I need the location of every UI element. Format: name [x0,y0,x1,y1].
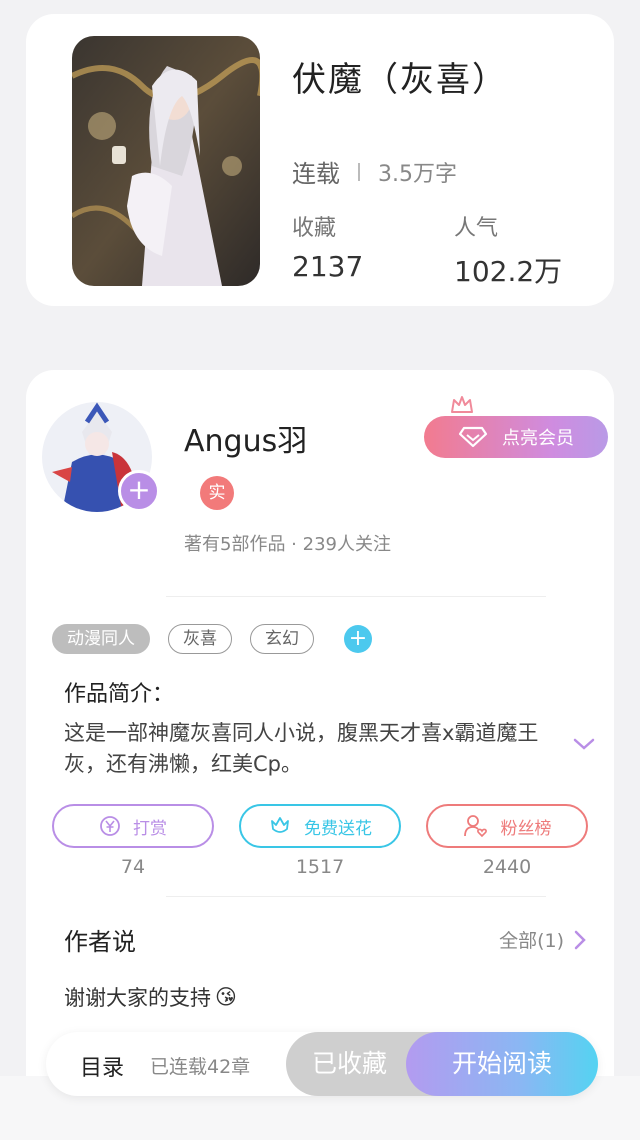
author-message-text: 谢谢大家的支持 [64,986,211,1010]
collect-count: 2137 [292,250,364,283]
divider [358,162,360,181]
follow-author-button[interactable]: + [118,470,160,512]
coin-icon [100,816,120,836]
intro-label: 作品简介： [64,682,175,707]
divider [166,596,546,597]
crown-icon [451,396,473,413]
serial-status: 连载 [292,160,340,188]
author-says-title: 作者说 [64,928,136,956]
tag-item[interactable]: 灰喜 [168,624,232,654]
author-message: 谢谢大家的支持 😘 [64,982,237,1012]
start-reading-button[interactable]: 开始阅读 [406,1032,598,1096]
fans-count: 2440 [482,856,532,878]
diamond-icon [458,426,488,448]
divider [166,896,546,897]
book-title: 伏魔（灰喜） [292,60,508,100]
author-meta: 著有5部作品 · 239人关注 [184,534,391,555]
tag-list: 动漫同人 灰喜 玄幻 + [52,624,372,654]
vip-membership-button[interactable]: 点亮会员 [424,416,608,458]
table-of-contents-button[interactable]: 目录 [80,1050,124,1082]
popularity-label: 人气 [454,216,499,241]
intro-text: 这是一部神魔灰喜同人小说，腹黑天才喜x霸道魔王灰，还有沸懒，红美Cp。 [64,721,539,776]
author-name[interactable]: Angus羽 [184,416,307,460]
view-all-link[interactable]: 全部(1) [499,926,586,953]
flower-count: 1517 [295,856,345,878]
tag-item[interactable]: 动漫同人 [52,624,150,654]
send-flower-button[interactable]: 免费送花 [239,804,401,848]
reward-button[interactable]: 打赏 [52,804,214,848]
collect-label: 收藏 [292,216,337,241]
fans-ranking-button[interactable]: 粉丝榜 [426,804,588,848]
tag-item[interactable]: 玄幻 [250,624,314,654]
fans-ranking-label: 粉丝榜 [500,818,552,839]
chevron-down-icon[interactable] [572,736,596,752]
view-all-label: 全部(1) [499,930,564,952]
chevron-right-icon [574,930,586,949]
word-count: 3.5万字 [378,161,457,187]
vip-button-label: 点亮会员 [502,428,574,449]
popularity-count: 102.2万 [454,255,563,288]
book-status-row: 连载 3.5万字 [292,154,457,189]
real-name-badge: 实 [200,476,234,510]
reward-count: 74 [120,856,146,878]
add-tag-button[interactable]: + [344,625,372,653]
book-info-card: 伏魔（灰喜） 连载 3.5万字 收藏 2137 人气 102.2万 [26,14,614,306]
details-card: + Angus羽 实 著有5部作品 · 239人关注 点亮会员 动漫同人 灰喜 … [26,370,614,1140]
flower-icon [271,817,289,833]
bottom-action-bar: 目录 已连载42章 已收藏 开始阅读 [46,1032,598,1096]
book-cover-image[interactable] [72,36,260,286]
chapter-count: 已连载42章 [150,1056,251,1078]
reward-label: 打赏 [133,818,167,839]
kiss-emoji-icon: 😘 [215,985,237,1009]
send-flower-label: 免费送花 [304,818,372,839]
user-heart-icon [463,815,487,838]
